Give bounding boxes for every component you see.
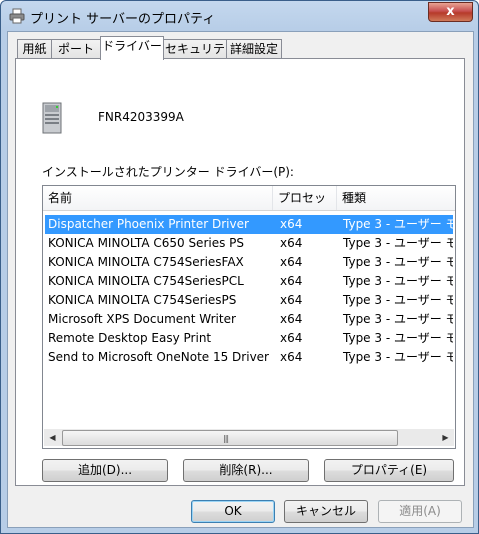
table-row[interactable]: KONICA MINOLTA C754SeriesPCL x64 Type 3 … <box>45 272 453 291</box>
printer-icon <box>9 8 25 24</box>
apply-button[interactable]: 適用(A) <box>378 500 462 523</box>
scroll-left-icon[interactable]: ◀ <box>44 429 61 446</box>
driver-name: Send to Microsoft OneNote 15 Driver <box>48 350 269 364</box>
dialog-window: プリント サーバーのプロパティ x 用紙 ポート ドライバー セキュリティ 詳細… <box>0 0 479 534</box>
driver-processor: x64 <box>280 350 303 364</box>
table-row[interactable]: KONICA MINOLTA C754SeriesPS x64 Type 3 -… <box>45 291 453 310</box>
column-header-name[interactable]: 名前 <box>43 186 273 210</box>
remove-driver-button[interactable]: 削除(R)... <box>183 459 309 482</box>
driver-type: Type 3 - ユーザー モー <box>343 312 453 326</box>
cancel-button[interactable]: キャンセル <box>284 500 368 523</box>
title-bar[interactable]: プリント サーバーのプロパティ x <box>1 1 478 31</box>
driver-name: KONICA MINOLTA C754SeriesPCL <box>48 274 244 288</box>
driver-name: KONICA MINOLTA C754SeriesFAX <box>48 255 244 269</box>
driver-type: Type 3 - ユーザー モー <box>343 293 453 307</box>
table-row[interactable]: KONICA MINOLTA C754SeriesFAX x64 Type 3 … <box>45 253 453 272</box>
close-icon: x <box>446 4 455 19</box>
driver-name: Dispatcher Phoenix Printer Driver <box>48 217 249 231</box>
driver-processor: x64 <box>280 331 303 345</box>
driver-processor: x64 <box>280 217 303 231</box>
driver-list-label: インストールされたプリンター ドライバー(P): <box>42 165 294 179</box>
driver-processor: x64 <box>280 255 303 269</box>
driver-name: Remote Desktop Easy Print <box>48 331 212 345</box>
driver-name: KONICA MINOLTA C650 Series PS <box>48 236 245 250</box>
server-name: FNR4203399A <box>98 110 184 124</box>
driver-type: Type 3 - ユーザー モー <box>343 217 453 231</box>
tab-advanced[interactable]: 詳細設定 <box>226 39 282 59</box>
driver-processor: x64 <box>280 293 303 307</box>
tab-drivers[interactable]: ドライバー <box>100 36 164 60</box>
list-header: 名前 プロセッサ 種類 <box>43 186 455 229</box>
table-row[interactable]: Dispatcher Phoenix Printer Driver x64 Ty… <box>45 215 453 234</box>
column-header-type[interactable]: 種類 <box>337 186 455 210</box>
driver-processor: x64 <box>280 236 303 250</box>
driver-type: Type 3 - ユーザー モー <box>343 236 453 250</box>
driver-type: Type 3 - ユーザー モー <box>343 255 453 269</box>
driver-name: Microsoft XPS Document Writer <box>48 312 236 326</box>
table-row[interactable]: Send to Microsoft OneNote 15 Driver x64 … <box>45 348 453 367</box>
tab-security[interactable]: セキュリティ <box>163 39 227 75</box>
ok-button[interactable]: OK <box>191 500 275 523</box>
tab-ports[interactable]: ポート <box>51 39 101 59</box>
add-driver-button[interactable]: 追加(D)... <box>42 459 168 482</box>
scroll-right-icon[interactable]: ▶ <box>437 429 454 446</box>
table-row[interactable]: KONICA MINOLTA C650 Series PS x64 Type 3… <box>45 234 453 253</box>
driver-list[interactable]: 名前 プロセッサ 種類 Dispatcher Phoenix Printer D… <box>42 185 456 449</box>
horizontal-scrollbar[interactable]: ◀ ||| ▶ <box>44 429 454 446</box>
driver-name: KONICA MINOLTA C754SeriesPS <box>48 293 237 307</box>
driver-processor: x64 <box>280 312 303 326</box>
scrollbar-thumb[interactable]: ||| <box>62 430 398 446</box>
driver-processor: x64 <box>280 274 303 288</box>
dialog-client-area: 用紙 ポート ドライバー セキュリティ 詳細設定 FNR4203399A インス… <box>7 31 474 528</box>
table-row[interactable]: Microsoft XPS Document Writer x64 Type 3… <box>45 310 453 329</box>
column-header-processor[interactable]: プロセッサ <box>273 186 337 229</box>
drivers-tab-panel: FNR4203399A インストールされたプリンター ドライバー(P): 名前 … <box>15 58 465 486</box>
close-button[interactable]: x <box>428 2 473 22</box>
driver-type: Type 3 - ユーザー モー <box>343 274 453 288</box>
driver-type: Type 3 - ユーザー モー <box>343 331 453 345</box>
window-title: プリント サーバーのプロパティ <box>30 12 216 27</box>
grip-icon: ||| <box>223 434 229 443</box>
driver-type: Type 3 - ユーザー モー <box>343 350 453 364</box>
driver-properties-button[interactable]: プロパティ(E) <box>324 459 454 482</box>
server-icon <box>42 102 62 134</box>
tab-paper[interactable]: 用紙 <box>17 39 52 59</box>
table-row[interactable]: Remote Desktop Easy Print x64 Type 3 - ユ… <box>45 329 453 348</box>
